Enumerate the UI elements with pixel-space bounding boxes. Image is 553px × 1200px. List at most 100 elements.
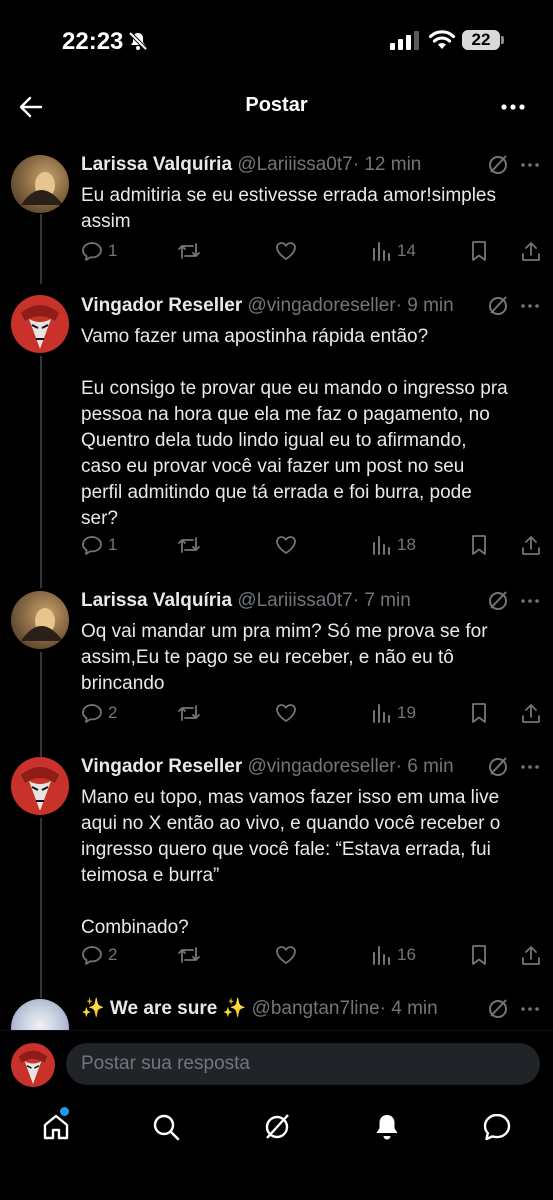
- post[interactable]: Larissa Valquíria @Lariiissa0t7· 12 min …: [0, 153, 553, 273]
- heart-icon: [276, 704, 296, 722]
- bookmark-button[interactable]: [469, 702, 489, 724]
- avatar[interactable]: [11, 591, 69, 649]
- repost-button[interactable]: [176, 240, 202, 262]
- home-badge: [60, 1107, 69, 1116]
- repost-button[interactable]: [176, 702, 202, 724]
- like-button[interactable]: [275, 240, 297, 262]
- post[interactable]: Larissa Valquíria @Lariiissa0t7· 7 min O…: [0, 589, 553, 729]
- reply-input[interactable]: Postar sua resposta: [66, 1043, 540, 1085]
- post-more-icon[interactable]: [520, 591, 540, 611]
- post-more-icon[interactable]: [520, 296, 540, 316]
- like-button[interactable]: [275, 702, 297, 724]
- reply-count: 1: [108, 535, 118, 554]
- signal-icon: [390, 31, 419, 50]
- post[interactable]: ✨ We are sure ✨ @bangtan7line· 4 min: [0, 997, 553, 1030]
- grok-icon[interactable]: [486, 294, 510, 318]
- share-button[interactable]: [520, 944, 542, 966]
- avatar[interactable]: [11, 757, 69, 815]
- view-count: 19: [397, 703, 416, 722]
- wifi-icon: [428, 30, 456, 49]
- share-button[interactable]: [520, 240, 542, 262]
- share-icon: [522, 946, 540, 965]
- reply-icon: [82, 704, 102, 723]
- post-header: Vingador Reseller @vingadoreseller· 9 mi…: [81, 294, 454, 318]
- repost-icon: [178, 243, 200, 259]
- status-time: 22:23: [62, 28, 124, 55]
- views-button[interactable]: 14: [372, 240, 416, 262]
- grok-icon[interactable]: [486, 153, 510, 177]
- views-button[interactable]: 19: [372, 702, 416, 724]
- post-more-icon[interactable]: [520, 999, 540, 1019]
- share-button[interactable]: [520, 702, 542, 724]
- author-name[interactable]: Vingador Reseller: [81, 295, 242, 316]
- view-count: 18: [397, 535, 416, 554]
- bookmark-icon: [472, 703, 486, 723]
- notifications-icon[interactable]: [372, 1112, 402, 1142]
- views-icon: [373, 536, 390, 555]
- like-button[interactable]: [275, 944, 297, 966]
- grok-icon[interactable]: [486, 997, 510, 1021]
- status-bar: 22:23 22: [0, 0, 553, 80]
- views-button[interactable]: 18: [372, 534, 416, 556]
- bookmark-button[interactable]: [469, 944, 489, 966]
- reply-count: 2: [108, 945, 118, 964]
- view-count: 14: [397, 241, 416, 260]
- bookmark-button[interactable]: [469, 534, 489, 556]
- heart-icon: [276, 536, 296, 554]
- like-button[interactable]: [275, 534, 297, 556]
- grok-icon[interactable]: [262, 1112, 292, 1142]
- author-name[interactable]: Vingador Reseller: [81, 756, 242, 777]
- author-name[interactable]: ✨ We are sure ✨: [81, 998, 246, 1019]
- reply-bar: Postar sua resposta: [0, 1030, 553, 1093]
- repost-button[interactable]: [176, 944, 202, 966]
- avatar[interactable]: [11, 295, 69, 353]
- avatar[interactable]: [11, 155, 69, 213]
- post-header: ✨ We are sure ✨ @bangtan7line· 4 min: [81, 997, 438, 1021]
- bookmark-button[interactable]: [469, 240, 489, 262]
- share-icon: [522, 536, 540, 555]
- post-time: · 6 min: [395, 756, 454, 777]
- post-text: Mano eu topo, mas vamos fazer isso em um…: [81, 787, 501, 938]
- reply-button[interactable]: 1: [81, 534, 117, 556]
- author-handle[interactable]: @Lariiissa0t7: [237, 154, 352, 175]
- top-bar: Postar: [0, 80, 553, 132]
- post-time: · 7 min: [352, 590, 411, 611]
- post-text: Eu admitiria se eu estivesse errada amor…: [81, 185, 497, 232]
- reply-icon: [82, 242, 102, 261]
- views-icon: [373, 946, 390, 965]
- repost-button[interactable]: [176, 534, 202, 556]
- post-time: · 12 min: [352, 154, 422, 175]
- reply-button[interactable]: 2: [81, 944, 117, 966]
- views-icon: [373, 704, 390, 723]
- post-more-icon[interactable]: [520, 757, 540, 777]
- grok-icon[interactable]: [486, 589, 510, 613]
- user-avatar[interactable]: [11, 1043, 55, 1087]
- grok-icon[interactable]: [486, 755, 510, 779]
- author-handle[interactable]: @Lariiissa0t7: [237, 590, 352, 611]
- author-name[interactable]: Larissa Valquíria: [81, 590, 232, 611]
- post-more-icon[interactable]: [520, 155, 540, 175]
- bookmark-icon: [472, 241, 486, 261]
- home-icon[interactable]: [41, 1112, 71, 1142]
- author-handle[interactable]: @vingadoreseller: [248, 756, 396, 777]
- post-header: Larissa Valquíria @Lariiissa0t7· 7 min: [81, 589, 411, 613]
- post-time: · 9 min: [395, 295, 454, 316]
- share-button[interactable]: [520, 534, 542, 556]
- heart-icon: [276, 946, 296, 964]
- post[interactable]: Vingador Reseller @vingadoreseller· 6 mi…: [0, 755, 553, 975]
- post-text: Oq vai mandar um pra mim? Só me prova se…: [81, 621, 488, 694]
- page-title: Postar: [245, 94, 308, 116]
- more-horizontal-icon[interactable]: [500, 94, 526, 120]
- bottom-nav: [0, 1092, 553, 1200]
- author-handle[interactable]: @bangtan7line: [252, 998, 380, 1019]
- reply-button[interactable]: 1: [81, 240, 117, 262]
- reply-button[interactable]: 2: [81, 702, 117, 724]
- post[interactable]: Vingador Reseller @vingadoreseller· 9 mi…: [0, 294, 553, 574]
- views-button[interactable]: 16: [372, 944, 416, 966]
- messages-icon[interactable]: [482, 1112, 512, 1142]
- author-name[interactable]: Larissa Valquíria: [81, 154, 232, 175]
- search-icon[interactable]: [151, 1112, 181, 1142]
- post-text: Vamo fazer uma apostinha rápida então? E…: [81, 326, 508, 529]
- author-handle[interactable]: @vingadoreseller: [248, 295, 396, 316]
- avatar[interactable]: [11, 999, 69, 1030]
